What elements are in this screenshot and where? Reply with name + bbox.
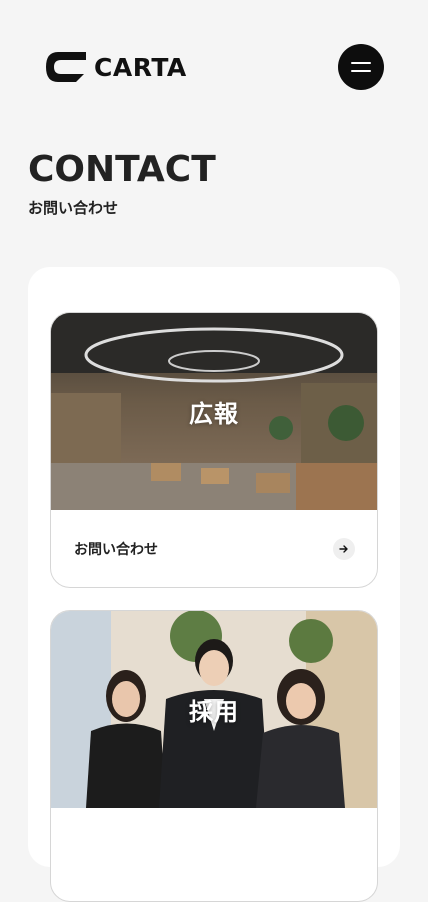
arrow-right-icon[interactable] <box>333 537 355 560</box>
menu-button[interactable] <box>338 44 384 90</box>
site-header: CARTA <box>0 0 428 130</box>
staff-photo: 採用 <box>51 611 377 808</box>
contact-panel: 広報 お問い合わせ 採用 <box>28 267 400 902</box>
contact-card-pr[interactable]: 広報 お問い合わせ <box>50 312 378 588</box>
carta-logo-mark-icon <box>46 52 86 82</box>
carta-logo[interactable]: CARTA <box>44 50 187 84</box>
office-photo: 広報 <box>51 313 377 510</box>
logo-text: CARTA <box>94 52 187 82</box>
card-image-label: 採用 <box>189 698 239 726</box>
card-image-label: 広報 <box>189 400 239 428</box>
page-subtitle: お問い合わせ <box>28 199 119 217</box>
hamburger-menu-icon <box>351 62 371 64</box>
hamburger-menu-icon-line <box>351 70 371 72</box>
card-footer-label: お問い合わせ <box>74 541 158 558</box>
contact-card-recruit[interactable]: 採用 <box>50 610 378 902</box>
card-footer[interactable]: お問い合わせ <box>51 510 377 587</box>
page-title: CONTACT <box>28 149 216 190</box>
